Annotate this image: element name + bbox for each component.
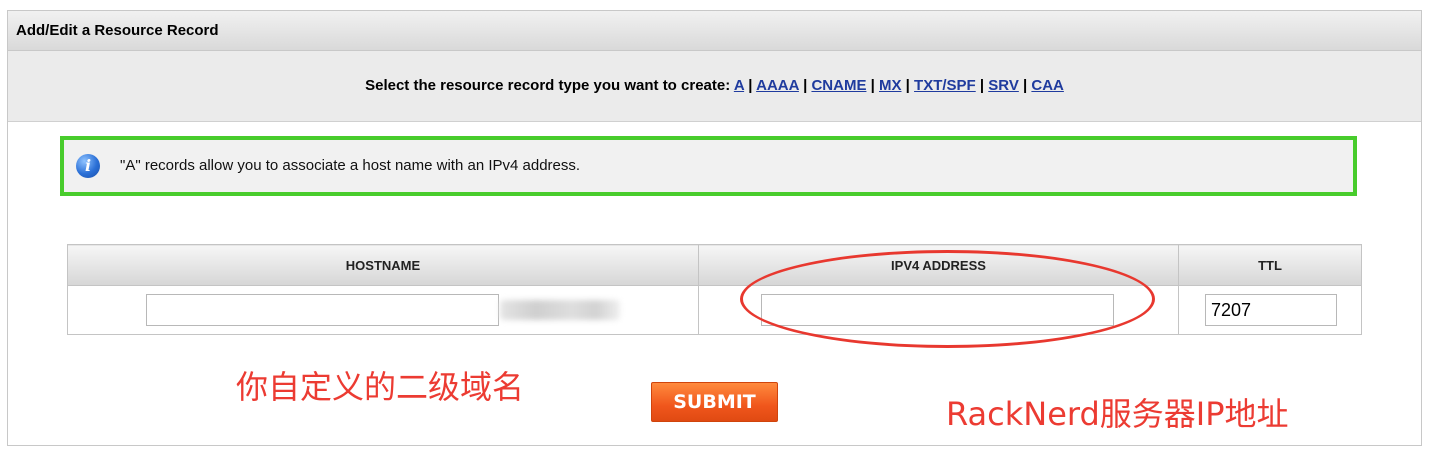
type-link-caa[interactable]: CAA — [1031, 77, 1064, 94]
ttl-input[interactable] — [1205, 294, 1337, 326]
record-type-selector: Select the resource record type you want… — [8, 51, 1421, 122]
submit-button[interactable]: SUBMIT — [651, 382, 778, 422]
info-message-text: "A" records allow you to associate a hos… — [120, 157, 581, 174]
ipv4-address-cell — [698, 285, 1179, 335]
ttl-cell — [1178, 285, 1362, 335]
hostname-annotation: 你自定义的二级域名 — [236, 368, 525, 406]
type-link-txt-spf[interactable]: TXT/SPF — [914, 77, 976, 94]
type-separator: | — [1023, 77, 1028, 94]
type-separator: | — [979, 77, 985, 94]
type-link-cname[interactable]: CNAME — [811, 77, 866, 94]
info-message-box: i "A" records allow you to associate a h… — [60, 136, 1357, 196]
ipv4-address-header: IPV4 ADDRESS — [698, 244, 1179, 286]
panel-title: Add/Edit a Resource Record — [8, 11, 1421, 51]
ttl-header: TTL — [1178, 244, 1362, 286]
type-separator: | — [803, 77, 808, 94]
blurred-domain-suffix — [500, 300, 620, 320]
ipv4-annotation: RackNerd服务器IP地址 — [946, 395, 1289, 433]
hostname-input[interactable] — [146, 294, 499, 326]
type-separator: | — [748, 77, 753, 94]
type-link-mx[interactable]: MX — [879, 77, 902, 94]
record-form-table: HOSTNAME IPV4 ADDRESS TTL — [67, 244, 1362, 335]
info-icon: i — [76, 154, 100, 178]
type-link-srv[interactable]: SRV — [988, 77, 1019, 94]
type-prompt: Select the resource record type you want… — [365, 77, 731, 94]
type-separator: | — [905, 77, 910, 94]
resource-record-panel: Add/Edit a Resource Record Select the re… — [7, 10, 1422, 446]
hostname-header: HOSTNAME — [67, 244, 699, 286]
hostname-cell — [67, 285, 699, 335]
type-link-a[interactable]: A — [734, 77, 744, 94]
type-separator: | — [870, 77, 875, 94]
type-link-aaaa[interactable]: AAAA — [756, 77, 799, 94]
ipv4-address-input[interactable] — [761, 294, 1114, 326]
